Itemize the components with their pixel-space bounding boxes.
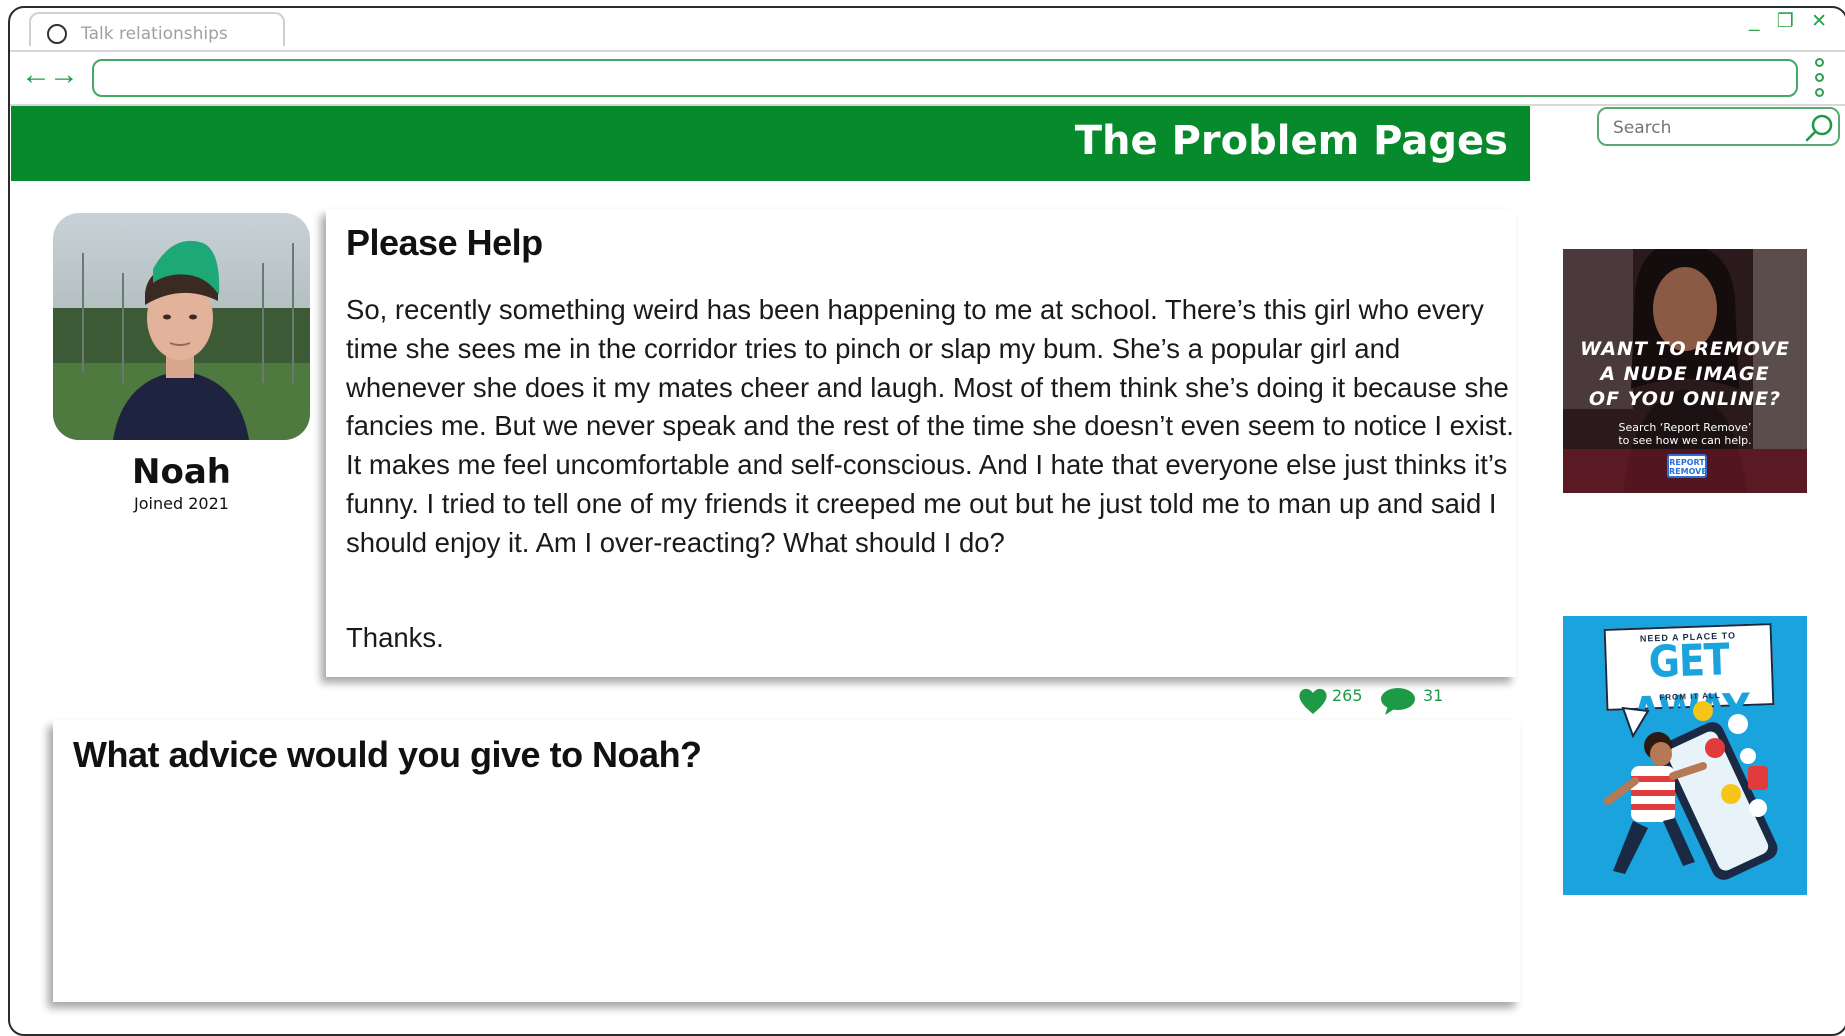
- profile-joined-date: Joined 2021: [134, 494, 229, 513]
- advice-input[interactable]: [73, 800, 1497, 984]
- window-controls[interactable]: _ ❐ ✕: [1749, 10, 1833, 33]
- report-remove-ad[interactable]: WANT TO REMOVE A NUDE IMAGE OF YOU ONLIN…: [1563, 249, 1807, 493]
- ad1-headline: WANT TO REMOVE A NUDE IMAGE OF YOU ONLIN…: [1563, 337, 1807, 412]
- tab-divider: [10, 50, 1845, 52]
- search-box[interactable]: [1597, 107, 1840, 146]
- comment-icon[interactable]: [1380, 686, 1416, 716]
- ad1-sub-line: Search ‘Report Remove’: [1618, 421, 1752, 434]
- post-card: Please Help So, recently something weird…: [326, 209, 1516, 677]
- post-title: Please Help: [346, 222, 543, 263]
- heart-icon[interactable]: [1297, 686, 1329, 716]
- search-icon[interactable]: [1804, 113, 1834, 143]
- ad2-illustration: [1604, 701, 1778, 880]
- ad1-headline-line: A NUDE IMAGE: [1600, 363, 1770, 385]
- tab-title: Talk relationships: [81, 24, 228, 44]
- site-title: The Problem Pages: [1074, 118, 1508, 164]
- address-bar[interactable]: [92, 59, 1798, 97]
- avatar: [53, 213, 310, 440]
- kebab-menu-icon[interactable]: [1815, 58, 1825, 98]
- badge-line: REPORT: [1669, 458, 1705, 467]
- badge-line: REMOVE: [1669, 467, 1707, 476]
- post-body: So, recently something weird has been ha…: [346, 294, 1514, 558]
- post-signoff: Thanks.: [346, 622, 444, 653]
- site-header: The Problem Pages: [11, 106, 1530, 181]
- comment-count: 31: [1423, 686, 1444, 705]
- advice-box: What advice would you give to Noah?: [53, 720, 1520, 1002]
- browser-tab[interactable]: Talk relationships: [29, 12, 285, 46]
- like-count: 265: [1332, 686, 1363, 705]
- ad1-subtext: Search ‘Report Remove’ to see how we can…: [1563, 421, 1807, 447]
- report-remove-logo: REPORT REMOVE: [1667, 454, 1707, 478]
- back-forward-arrows-icon[interactable]: ←→: [21, 60, 79, 90]
- tab-favicon-icon: [47, 24, 67, 44]
- advice-prompt: What advice would you give to Noah?: [73, 734, 702, 775]
- ad1-sub-line: to see how we can help.: [1618, 434, 1752, 447]
- search-input[interactable]: [1611, 115, 1800, 141]
- ad1-headline-line: WANT TO REMOVE: [1580, 338, 1790, 360]
- ad1-headline-line: OF YOU ONLINE?: [1588, 388, 1782, 410]
- profile-name[interactable]: Noah: [53, 452, 310, 492]
- get-away-ad[interactable]: NEED A PLACE TO GET AWAY FROM IT ALL: [1563, 616, 1807, 895]
